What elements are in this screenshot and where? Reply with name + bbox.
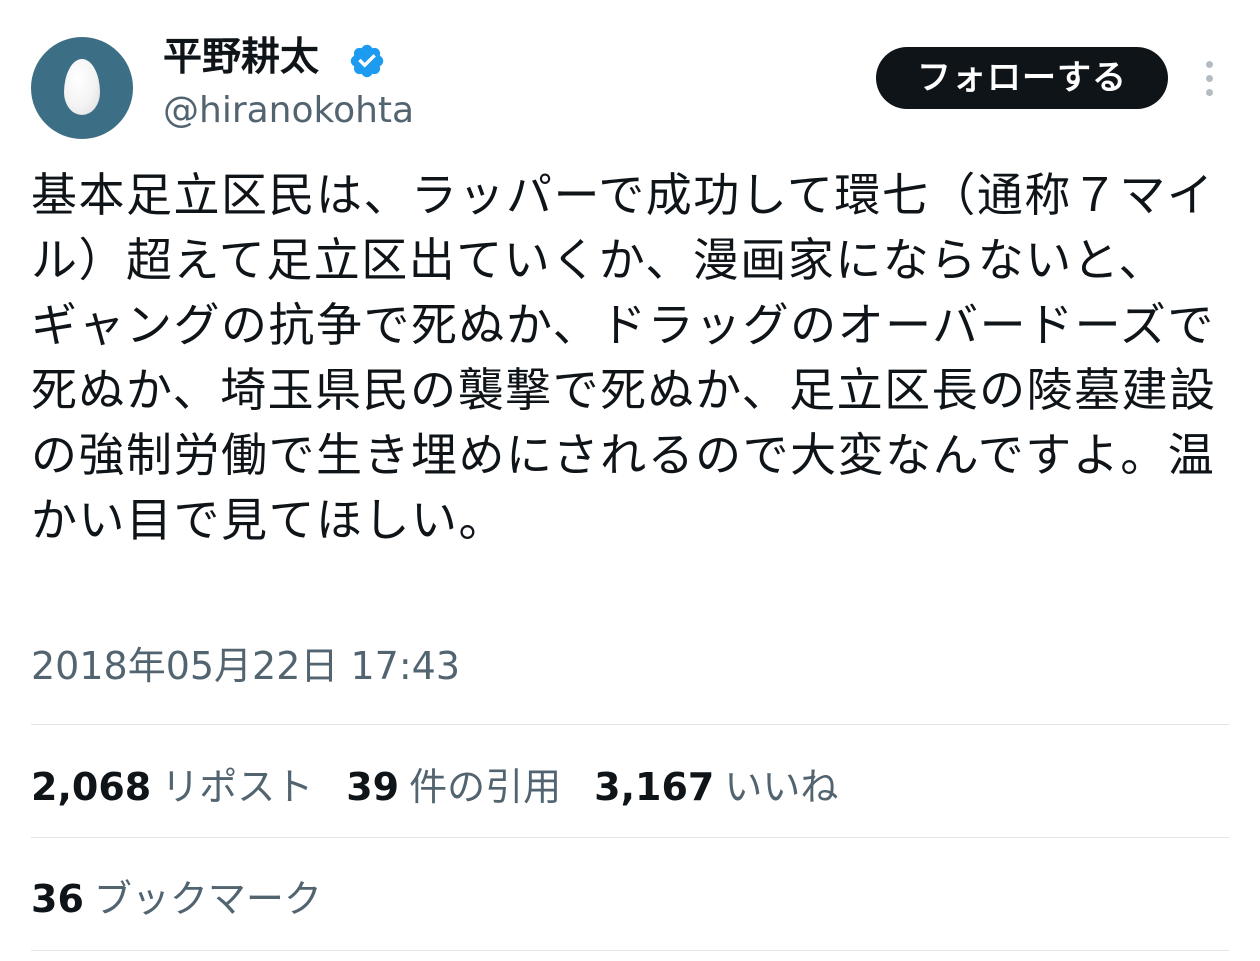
bookmarks-label: ブックマーク (93, 877, 322, 921)
engagement-stats: 2,068 リポスト 39 件の引用 3,167 いいね (31, 756, 871, 810)
quotes-label: 件の引用 (409, 765, 562, 809)
divider (31, 950, 1229, 951)
quotes-stat[interactable]: 39 件の引用 (346, 756, 561, 811)
follow-button[interactable]: フォローする (876, 47, 1168, 109)
tweet-timestamp[interactable]: 2018年05月22日 17:43 (31, 640, 460, 692)
divider (31, 724, 1229, 725)
display-name[interactable]: 平野耕太 (163, 32, 319, 84)
verified-badge-icon (350, 44, 384, 78)
divider (31, 837, 1229, 838)
bookmarks-count: 36 (31, 877, 84, 921)
likes-count: 3,167 (594, 765, 715, 809)
bookmarks-row: 36 ブックマーク (31, 868, 355, 922)
reposts-label: リポスト (161, 765, 314, 809)
tweet-detail: 平野耕太 @hiranokohta フォローする 基本足立区民は、ラッパーで成功… (0, 0, 1260, 961)
reposts-stat[interactable]: 2,068 リポスト (31, 756, 313, 811)
more-vertical-icon[interactable] (1196, 58, 1222, 98)
likes-label: いいね (724, 765, 839, 809)
user-handle[interactable]: @hiranokohta (163, 88, 414, 134)
bookmarks-stat[interactable]: 36 ブックマーク (31, 868, 322, 923)
avatar[interactable] (31, 37, 133, 139)
reposts-count: 2,068 (31, 765, 152, 809)
likes-stat[interactable]: 3,167 いいね (594, 756, 838, 811)
quotes-count: 39 (346, 765, 400, 809)
egg-avatar-icon (64, 59, 100, 115)
tweet-text: 基本足立区民は、ラッパーで成功して環七（通称７マイル）超えて足立区出ていくか、漫… (31, 168, 1217, 547)
